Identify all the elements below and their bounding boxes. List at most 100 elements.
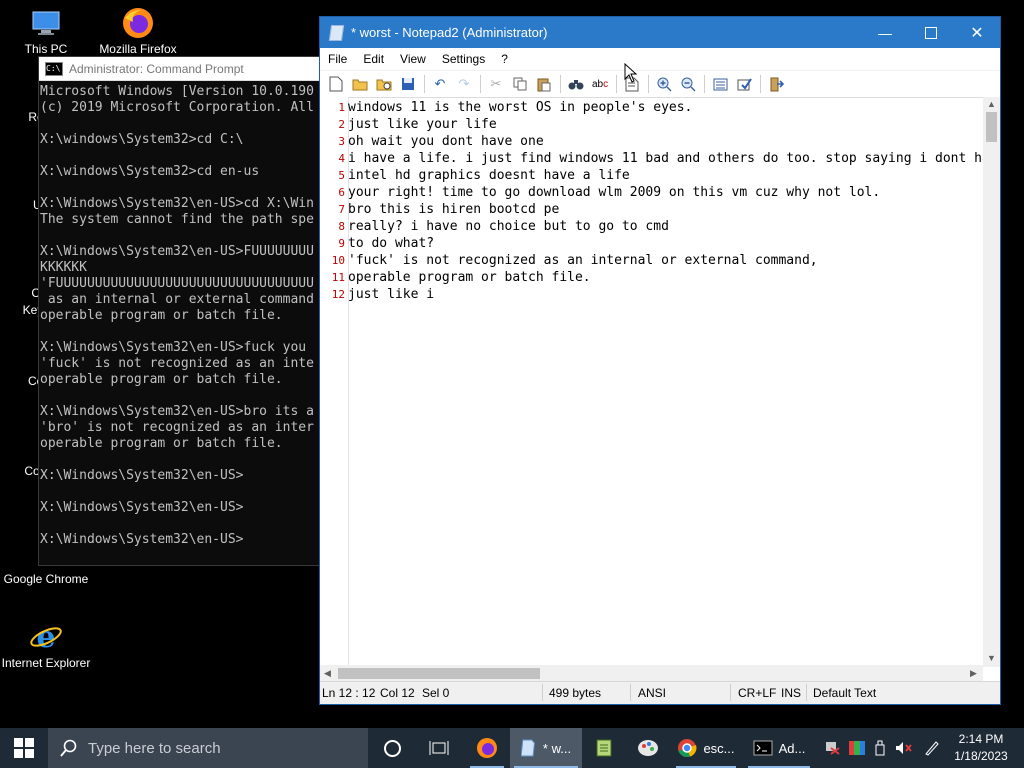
browse-icon[interactable] xyxy=(374,74,394,94)
task-view-button[interactable] xyxy=(420,728,458,768)
tray-pen[interactable] xyxy=(920,728,944,768)
cmd-line: X:\windows\System32>cd C:\ xyxy=(40,132,244,147)
editor-line[interactable]: 5 intel hd graphics doesnt have a life xyxy=(320,167,1000,184)
menu-view[interactable]: View xyxy=(392,52,434,66)
minimize-button[interactable]: — xyxy=(862,17,908,48)
menu-settings[interactable]: Settings xyxy=(434,52,493,66)
notepad-icon xyxy=(596,739,612,757)
paste-icon[interactable] xyxy=(534,74,554,94)
vertical-scroll-thumb[interactable] xyxy=(986,112,997,142)
line-text[interactable]: intel hd graphics doesnt have a life xyxy=(348,167,630,184)
tray-network-tool[interactable] xyxy=(820,728,846,768)
scroll-left-icon[interactable]: ◀ xyxy=(324,668,331,679)
cmd-console-output[interactable]: Microsoft Windows [Version 10.0.190 (c) 2… xyxy=(39,81,329,548)
zoom-out-icon[interactable] xyxy=(678,74,698,94)
taskbar-firefox[interactable] xyxy=(466,728,508,768)
status-eol[interactable]: CR+LF xyxy=(738,686,776,700)
menu-edit[interactable]: Edit xyxy=(355,52,392,66)
tray-volume[interactable] xyxy=(892,728,916,768)
zoom-in-icon[interactable] xyxy=(654,74,674,94)
customize-icon[interactable] xyxy=(734,74,754,94)
line-text[interactable]: i have a life. i just find windows 11 ba… xyxy=(348,150,990,167)
horizontal-scroll-thumb[interactable] xyxy=(338,668,540,679)
editor-line[interactable]: 12 just like i xyxy=(320,286,1000,303)
taskbar-search-box[interactable]: Type here to search xyxy=(48,728,368,768)
editor-line[interactable]: 6 your right! time to go download wlm 200… xyxy=(320,184,1000,201)
status-ins[interactable]: INS xyxy=(781,686,801,700)
line-text[interactable]: oh wait you dont have one xyxy=(348,133,544,150)
status-scheme[interactable]: Default Text xyxy=(813,686,876,700)
vertical-scrollbar[interactable]: ▲ ▼ xyxy=(983,97,1000,667)
scroll-right-icon[interactable]: ▶ xyxy=(970,668,977,679)
line-text[interactable]: bro this is hiren bootcd pe xyxy=(348,201,559,218)
editor-line[interactable]: 8 really? i have no choice but to go to c… xyxy=(320,218,1000,235)
editor-line[interactable]: 3 oh wait you dont have one xyxy=(320,133,1000,150)
redo-icon[interactable]: ↷ xyxy=(454,74,474,94)
find-icon[interactable] xyxy=(566,74,586,94)
cmd-titlebar[interactable]: C:\ Administrator: Command Prompt xyxy=(39,57,329,81)
cmd-line xyxy=(40,148,329,164)
line-text[interactable]: windows 11 is the worst OS in people's e… xyxy=(348,99,692,116)
line-text[interactable]: 'fuck' is not recognized as an internal … xyxy=(348,252,818,269)
line-text[interactable]: to do what? xyxy=(348,235,434,252)
tray-color-tool[interactable] xyxy=(846,728,868,768)
internet-explorer-icon: e xyxy=(29,620,63,655)
start-button[interactable] xyxy=(0,728,48,768)
maximize-button[interactable] xyxy=(908,17,954,48)
line-text[interactable]: your right! time to go download wlm 2009… xyxy=(348,184,880,201)
desktop-icon-firefox[interactable]: Mozilla Firefox xyxy=(92,6,184,56)
taskbar-chrome[interactable]: esc... xyxy=(672,728,740,768)
desktop-icon-internet-explorer[interactable]: e Internet Explorer xyxy=(0,620,92,670)
editor-line[interactable]: 4i have a life. i just find windows 11 b… xyxy=(320,150,1000,167)
cmd-line: X:\windows\System32>cd en-us xyxy=(40,164,260,179)
color-palette-icon xyxy=(849,741,865,755)
horizontal-scrollbar[interactable]: ◀ ▶ xyxy=(320,665,983,682)
notepad-editor[interactable]: 1 windows 11 is the worst OS in people's … xyxy=(320,97,1000,673)
status-encoding[interactable]: ANSI xyxy=(638,686,666,700)
notepad-toolbar: ↶ ↷ ✂ abc xyxy=(320,71,1000,98)
cmd-window[interactable]: C:\ Administrator: Command Prompt Micros… xyxy=(38,56,330,566)
notepad2-icon xyxy=(520,739,535,757)
line-text[interactable]: really? i have no choice but to go to cm… xyxy=(348,218,669,235)
replace-icon[interactable]: abc xyxy=(590,74,610,94)
open-folder-icon[interactable] xyxy=(350,74,370,94)
toolbar-separator xyxy=(560,75,561,93)
close-icon: ✕ xyxy=(970,24,984,42)
copy-icon[interactable] xyxy=(510,74,530,94)
scroll-down-icon[interactable]: ▼ xyxy=(987,653,996,663)
cmd-line: as an internal or external command xyxy=(40,292,314,307)
menu-help[interactable]: ? xyxy=(493,52,516,66)
clock-date: 1/18/2023 xyxy=(954,749,1008,763)
undo-icon[interactable]: ↶ xyxy=(430,74,450,94)
notepad-window[interactable]: * worst - Notepad2 (Administrator) — ✕ F… xyxy=(319,16,1001,705)
menu-file[interactable]: File xyxy=(320,52,355,66)
taskbar-paint[interactable] xyxy=(630,728,666,768)
scroll-up-icon[interactable]: ▲ xyxy=(987,99,996,109)
editor-line[interactable]: 10'fuck' is not recognized as an interna… xyxy=(320,252,1000,269)
editor-line[interactable]: 9 to do what? xyxy=(320,235,1000,252)
taskbar-notepad2[interactable]: * w... xyxy=(510,728,582,768)
line-text[interactable]: operable program or batch file. xyxy=(348,269,591,286)
tray-usb[interactable] xyxy=(870,728,890,768)
cmd-line: Microsoft Windows [Version 10.0.190 xyxy=(40,84,314,99)
notepad-titlebar[interactable]: * worst - Notepad2 (Administrator) — ✕ xyxy=(320,17,1000,48)
line-text[interactable]: just like i xyxy=(348,286,434,303)
close-button[interactable]: ✕ xyxy=(954,17,1000,48)
scheme-icon[interactable] xyxy=(710,74,730,94)
taskbar-notepad-app[interactable] xyxy=(586,728,622,768)
editor-line[interactable]: 11 operable program or batch file. xyxy=(320,269,1000,286)
toolbar-separator xyxy=(616,75,617,93)
desktop-icon-this-pc[interactable]: This PC xyxy=(0,6,92,56)
save-icon[interactable] xyxy=(398,74,418,94)
taskbar-clock[interactable]: 2:14 PM 1/18/2023 xyxy=(950,731,1012,765)
cortana-button[interactable] xyxy=(375,728,409,768)
editor-lines[interactable]: 1 windows 11 is the worst OS in people's … xyxy=(320,97,1000,303)
cut-icon[interactable]: ✂ xyxy=(486,74,506,94)
taskbar-cmd[interactable]: Ad... xyxy=(744,728,814,768)
editor-line[interactable]: 2 just like your life xyxy=(320,116,1000,133)
line-text[interactable]: just like your life xyxy=(348,116,497,133)
editor-line[interactable]: 1 windows 11 is the worst OS in people's … xyxy=(320,99,1000,116)
exit-icon[interactable] xyxy=(766,74,786,94)
new-file-icon[interactable] xyxy=(326,74,346,94)
editor-line[interactable]: 7 bro this is hiren bootcd pe xyxy=(320,201,1000,218)
